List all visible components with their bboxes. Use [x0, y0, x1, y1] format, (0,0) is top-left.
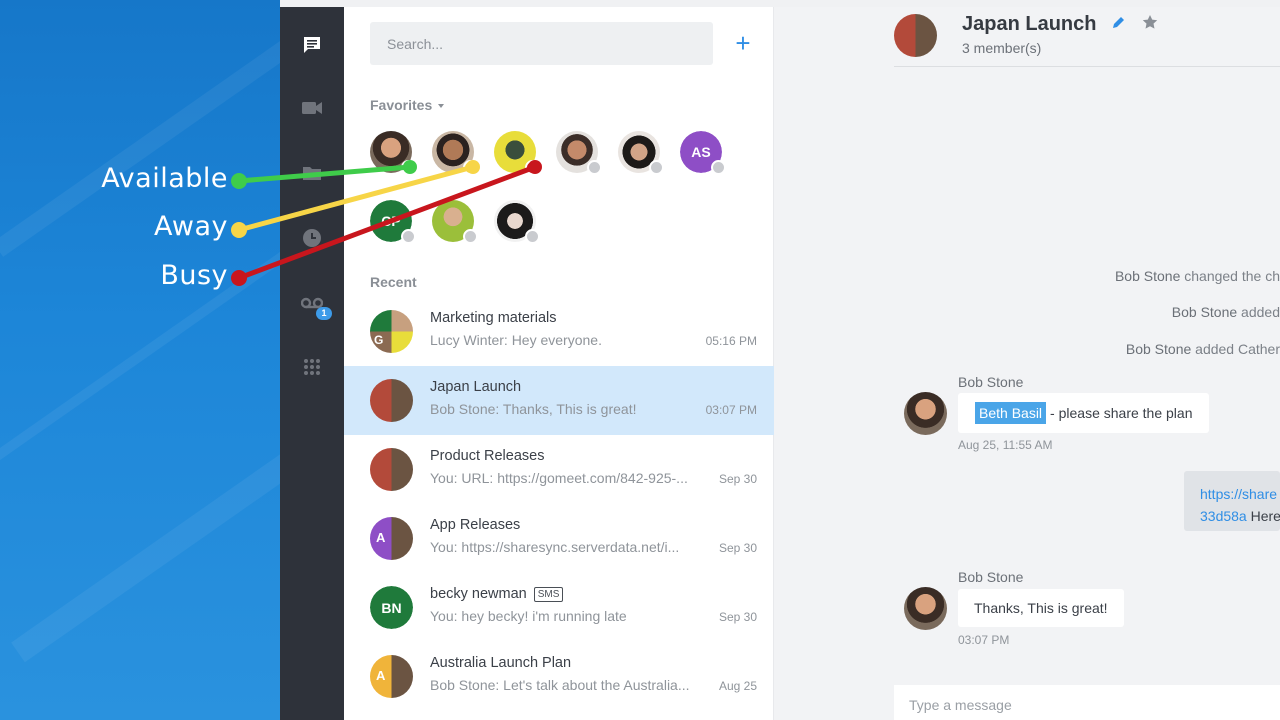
avatar: [904, 587, 947, 630]
group-avatar: A: [370, 655, 413, 698]
group-avatar: [894, 14, 937, 57]
member-count[interactable]: 3 member(s): [962, 40, 1041, 56]
chat-nav-button[interactable]: [280, 25, 344, 65]
conversation-preview: You: hey becky! i'm running late: [430, 608, 627, 624]
promo-backdrop: Available Away Busy: [0, 0, 280, 720]
conversation-title: Product Releases: [430, 448, 545, 464]
app-window: 1 + Favorites: [280, 0, 1280, 720]
favorite-contact[interactable]: AS: [680, 131, 726, 175]
conversation-preview: Bob Stone: Let's talk about the Australi…: [430, 677, 690, 693]
apps-nav-button[interactable]: [280, 347, 344, 387]
new-conversation-button[interactable]: +: [730, 30, 756, 57]
conversation-row[interactable]: A Australia Launch Plan Bob Stone: Let's…: [344, 642, 774, 711]
conversation-preview: You: URL: https://gomeet.com/842-925-...: [430, 470, 688, 486]
conversation-time: Sep 30: [718, 472, 757, 486]
chat-panel: Japan Launch 3 member(s) Bob Stone chang…: [774, 7, 1280, 720]
message-link[interactable]: 33d58a: [1200, 508, 1247, 524]
system-message: Bob Stone added Cather: [1125, 341, 1280, 357]
status-offline-dot: [401, 229, 416, 244]
status-offline-dot: [711, 160, 726, 175]
favorite-contact[interactable]: [494, 131, 540, 175]
favorite-contact[interactable]: CP: [370, 200, 416, 244]
sms-badge: SMS: [533, 587, 564, 602]
folder-icon: [303, 167, 321, 180]
favorite-contact[interactable]: [432, 200, 478, 244]
chat-icon: [304, 37, 320, 53]
search-input[interactable]: [370, 22, 713, 65]
conversation-preview: You: https://sharesync.serverdata.net/i.…: [430, 539, 680, 555]
conversation-title: becky newman SMS: [430, 586, 564, 602]
status-offline-dot: [587, 160, 602, 175]
recent-header: Recent: [370, 274, 417, 290]
avatar: BN: [370, 586, 413, 629]
video-nav-button[interactable]: [280, 88, 344, 128]
status-offline-dot: [649, 160, 664, 175]
files-nav-button[interactable]: [280, 153, 344, 193]
conversation-time: Aug 25: [718, 679, 757, 693]
chevron-down-icon: [438, 104, 445, 109]
conversation-title: App Releases: [430, 517, 521, 533]
clock-icon: [303, 229, 321, 247]
status-offline-dot: [525, 229, 540, 244]
conversation-time: Sep 30: [718, 610, 757, 624]
outgoing-message-bubble: https://share 33d58a Here: [1184, 471, 1280, 531]
message-bubble: Thanks, This is great!: [958, 589, 1124, 627]
message-link[interactable]: https://share: [1200, 486, 1277, 502]
apps-grid-icon: [304, 359, 320, 375]
conversation-preview: Bob Stone: Thanks, This is great!: [430, 401, 637, 417]
message-sender: Bob Stone: [958, 569, 1024, 585]
favorites-header[interactable]: Favorites: [370, 97, 445, 113]
avatar: [904, 392, 947, 435]
conversation-preview: Lucy Winter: Hey everyone.: [430, 332, 602, 348]
system-message: Bob Stone added: [1171, 304, 1280, 320]
status-away-dot: [463, 160, 478, 175]
legend-busy-label: Busy: [160, 260, 228, 291]
status-available-dot: [401, 160, 416, 175]
message-sender: Bob Stone: [958, 374, 1024, 390]
group-avatar: [370, 448, 413, 491]
conversation-title: Australia Launch Plan: [430, 655, 572, 671]
conversation-time: 03:07 PM: [705, 403, 757, 417]
pencil-icon[interactable]: [1112, 15, 1126, 29]
group-avatar: G: [370, 310, 413, 353]
favorite-contact[interactable]: [556, 131, 602, 175]
group-avatar: [370, 379, 413, 422]
legend-away-label: Away: [154, 211, 228, 242]
message-time: Aug 25, 11:55 AM: [958, 438, 1053, 452]
conversation-row[interactable]: BN becky newman SMS You: hey becky! i'm r…: [344, 573, 774, 642]
conversation-row[interactable]: Product Releases You: URL: https://gomee…: [344, 435, 774, 504]
status-offline-dot: [463, 229, 478, 244]
favorite-contact[interactable]: [618, 131, 664, 175]
window-top-bar: [280, 0, 1280, 7]
voicemail-badge: 1: [316, 307, 332, 320]
message-bubble: Beth Basil - please share the plan: [958, 393, 1210, 433]
history-nav-button[interactable]: [280, 218, 344, 258]
message-time: 03:07 PM: [958, 633, 1010, 647]
favorites-title: Favorites: [370, 97, 433, 113]
conversation-row[interactable]: A App Releases You: https://sharesync.se…: [344, 504, 774, 573]
conversation-time: Sep 30: [718, 541, 757, 555]
conversation-time: 05:16 PM: [705, 334, 757, 348]
system-message: Bob Stone changed the ch: [1114, 268, 1280, 284]
legend-available-label: Available: [101, 163, 228, 194]
conversation-list-panel: + Favorites AS CP: [344, 7, 774, 720]
favorite-contact[interactable]: [494, 200, 540, 244]
favorite-contact[interactable]: [370, 131, 416, 175]
group-avatar: A: [370, 517, 413, 560]
video-icon: [302, 102, 322, 114]
nav-rail: 1: [280, 7, 344, 720]
chat-title: Japan Launch: [962, 13, 1158, 36]
conversation-title: Japan Launch: [430, 379, 522, 395]
conversation-row[interactable]: G Marketing materials Lucy Winter: Hey e…: [344, 297, 774, 366]
chat-header: Japan Launch 3 member(s): [894, 7, 1280, 67]
conversation-title: Marketing materials: [430, 310, 557, 326]
star-icon[interactable]: [1142, 14, 1158, 30]
conversation-row-selected[interactable]: Japan Launch Bob Stone: Thanks, This is …: [344, 366, 774, 435]
message-composer[interactable]: [894, 685, 1280, 720]
mention-tag[interactable]: Beth Basil: [975, 402, 1047, 424]
status-busy-dot: [525, 160, 540, 175]
voicemail-nav-button[interactable]: 1: [280, 283, 344, 323]
favorite-contact[interactable]: [432, 131, 478, 175]
